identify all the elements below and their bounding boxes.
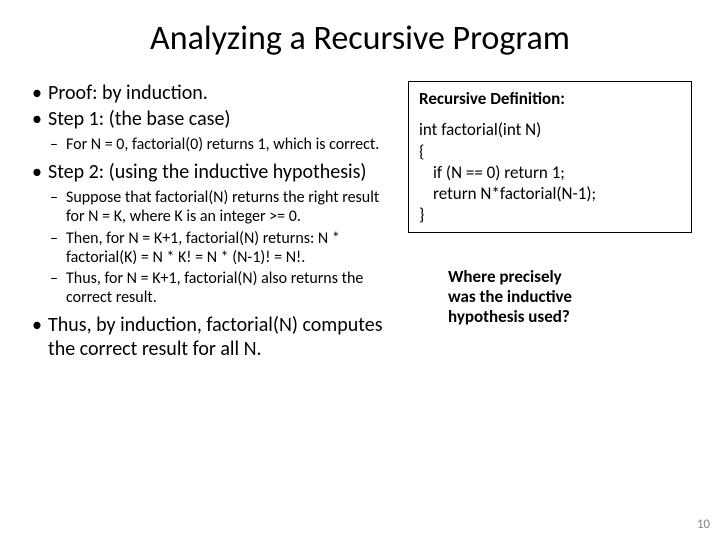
slide: Analyzing a Recursive Program Proof: by … xyxy=(0,0,720,540)
right-column: Recursive Definition: int factorial(int … xyxy=(408,81,692,363)
bullet-step2: Step 2: (using the inductive hypothesis) xyxy=(28,160,398,184)
code-box: Recursive Definition: int factorial(int … xyxy=(408,81,692,233)
code-line: { xyxy=(419,141,681,162)
sub-basecase: For N = 0, factorial(0) returns 1, which… xyxy=(28,135,398,154)
sub-thus: Thus, for N = K+1, factorial(N) also ret… xyxy=(28,269,398,307)
question-line: hypothesis used? xyxy=(448,307,692,327)
code-line: if (N == 0) return 1; xyxy=(419,162,681,183)
bullet-proof: Proof: by induction. xyxy=(28,81,398,105)
question-line: was the inductive xyxy=(448,287,692,307)
sub-then: Then, for N = K+1, factorial(N) returns:… xyxy=(28,229,398,267)
slide-title: Analyzing a Recursive Program xyxy=(28,18,692,59)
code-line: int factorial(int N) xyxy=(419,119,681,140)
page-number: 10 xyxy=(697,517,710,532)
bullet-conclusion: Thus, by induction, factorial(N) compute… xyxy=(28,313,398,361)
question-text: Where precisely was the inductive hypoth… xyxy=(408,267,692,328)
code-line: return N*factorial(N-1); xyxy=(419,183,681,204)
code-line: } xyxy=(419,204,681,225)
left-column: Proof: by induction. Step 1: (the base c… xyxy=(28,81,398,363)
bullet-step1: Step 1: (the base case) xyxy=(28,107,398,131)
sub-suppose: Suppose that factorial(N) returns the ri… xyxy=(28,188,398,226)
question-line: Where precisely xyxy=(448,267,692,287)
code-heading: Recursive Definition: xyxy=(419,88,681,109)
